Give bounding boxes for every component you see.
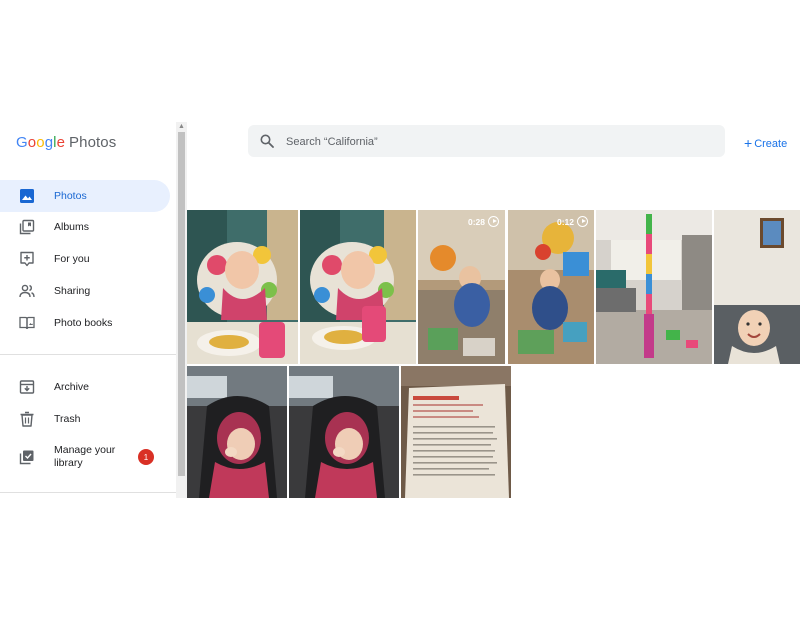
google-photos-logo[interactable]: Google Photos bbox=[16, 134, 116, 151]
toddler-playing-image bbox=[418, 210, 505, 364]
photo-book-page-recipe[interactable] bbox=[401, 366, 511, 498]
sidebar-item-sharing[interactable]: Sharing bbox=[0, 275, 170, 307]
trash-icon bbox=[20, 411, 34, 427]
sidebar-item-for-you[interactable]: For you bbox=[0, 243, 170, 275]
photo-toddler-playing-video-1[interactable]: 0:28 bbox=[418, 210, 505, 364]
logo-letter: o bbox=[36, 134, 45, 151]
baby-smiling-image bbox=[714, 210, 800, 364]
scroll-up-arrow-icon[interactable]: ▲ bbox=[176, 122, 187, 131]
video-duration-text: 0:12 bbox=[556, 216, 574, 227]
block-tower-image bbox=[596, 210, 712, 364]
sidebar-item-photo-books[interactable]: Photo books bbox=[0, 307, 170, 339]
search-input[interactable] bbox=[284, 131, 708, 153]
sidebar-item-label: Photos bbox=[54, 190, 87, 202]
create-button[interactable]: + Create bbox=[744, 135, 787, 151]
photo-baby-highchair-2[interactable] bbox=[300, 210, 416, 364]
search-icon[interactable] bbox=[260, 134, 274, 148]
sidebar-item-label: Archive bbox=[54, 381, 90, 393]
video-duration: 0:28 bbox=[468, 216, 499, 227]
sidebar-item-label: Manage your library bbox=[54, 444, 116, 469]
create-label: Create bbox=[754, 138, 788, 150]
photo-baby-car-seat-1[interactable] bbox=[187, 366, 287, 498]
notification-badge: 1 bbox=[138, 449, 154, 465]
logo-letter: g bbox=[44, 134, 54, 151]
archive-icon bbox=[19, 380, 35, 394]
book-page-image bbox=[401, 366, 511, 498]
search-bar[interactable] bbox=[248, 125, 725, 157]
photo-block-tower-living-room[interactable] bbox=[596, 210, 712, 364]
sharing-icon bbox=[19, 284, 35, 298]
logo-letter: e bbox=[56, 134, 66, 151]
photo-books-icon bbox=[19, 316, 35, 330]
baby-car-seat-image bbox=[187, 366, 287, 498]
sidebar-item-archive[interactable]: Archive bbox=[0, 371, 170, 403]
sidebar-item-label: For you bbox=[54, 253, 90, 265]
photo-toddler-playing-video-2[interactable]: 0:12 bbox=[508, 210, 594, 364]
play-icon bbox=[488, 216, 499, 227]
albums-icon bbox=[19, 219, 35, 235]
sidebar-item-label: Trash bbox=[54, 413, 81, 425]
baby-highchair-image bbox=[300, 210, 416, 364]
baby-car-seat-image bbox=[289, 366, 399, 498]
video-duration-text: 0:28 bbox=[467, 216, 485, 227]
photo-icon bbox=[20, 189, 34, 203]
plus-icon: + bbox=[744, 135, 753, 151]
manage-library-icon bbox=[19, 450, 34, 465]
video-duration: 0:12 bbox=[557, 216, 588, 227]
sidebar-divider bbox=[0, 492, 176, 493]
sidebar-item-albums[interactable]: Albums bbox=[0, 211, 170, 243]
photo-baby-highchair-1[interactable] bbox=[187, 210, 298, 364]
photo-baby-smiling-sofa[interactable] bbox=[714, 210, 800, 364]
logo-product-name: Photos bbox=[69, 134, 117, 151]
play-icon bbox=[577, 216, 588, 227]
for-you-icon bbox=[20, 251, 34, 267]
baby-highchair-image bbox=[187, 210, 298, 364]
sidebar-item-label: Photo books bbox=[54, 317, 113, 329]
sidebar-item-trash[interactable]: Trash bbox=[0, 403, 170, 435]
photo-baby-car-seat-2[interactable] bbox=[289, 366, 399, 498]
sidebar-divider bbox=[0, 354, 176, 355]
scrollbar-thumb[interactable] bbox=[178, 132, 185, 476]
logo-letter: o bbox=[27, 134, 37, 151]
toddler-playing-image bbox=[508, 210, 594, 364]
sidebar-item-label: Albums bbox=[54, 221, 90, 233]
logo-letter: G bbox=[16, 134, 28, 151]
sidebar-item-photos[interactable]: Photos bbox=[0, 180, 170, 212]
sidebar-item-label: Sharing bbox=[54, 285, 91, 297]
